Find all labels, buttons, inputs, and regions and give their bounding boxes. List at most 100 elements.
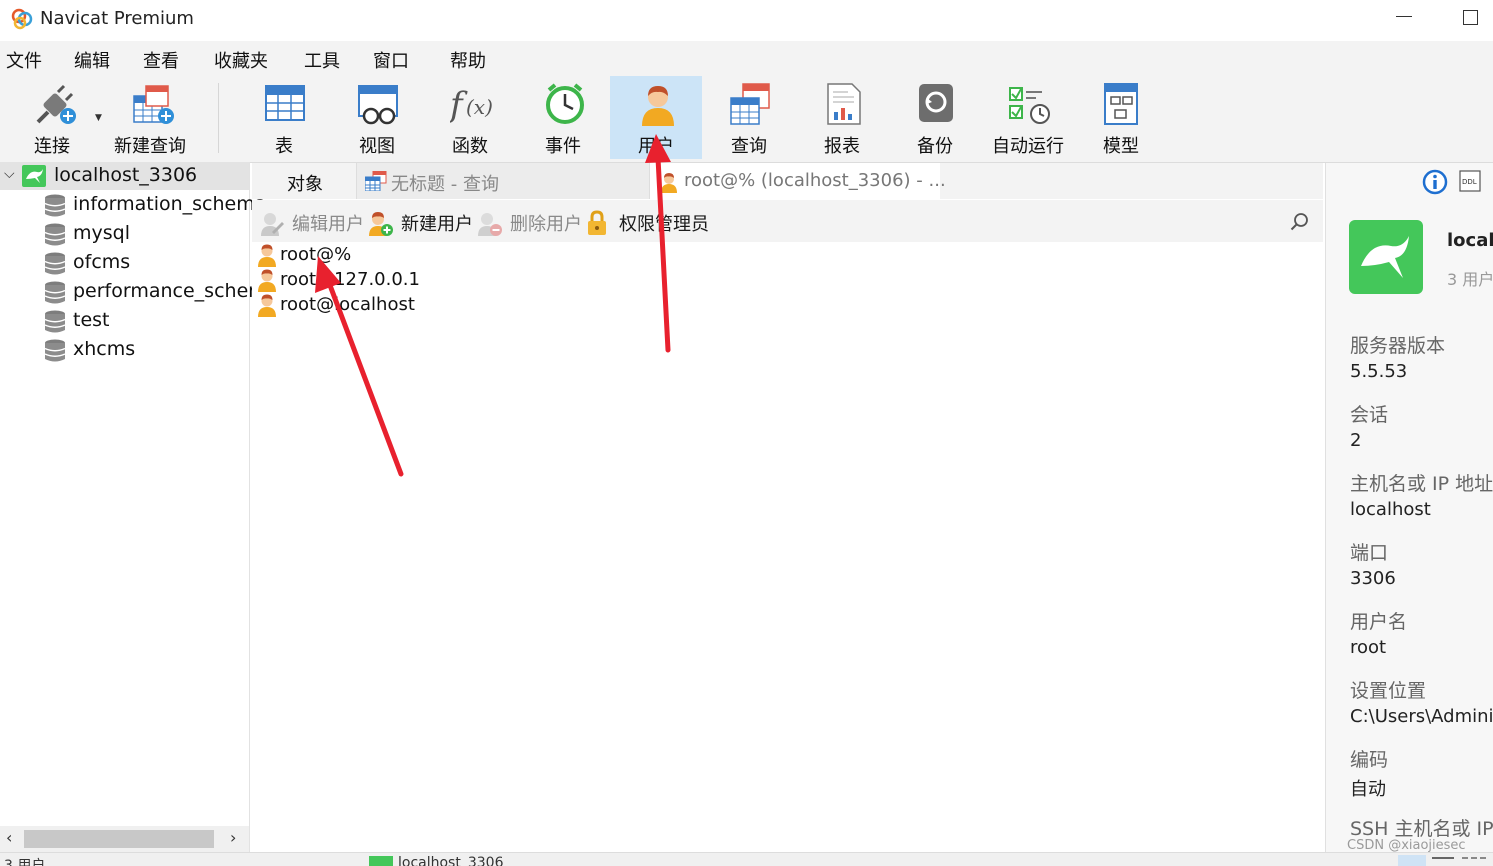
- maximize-button[interactable]: [1463, 10, 1478, 25]
- database-label: information_schema: [73, 193, 267, 215]
- new-user-label: 新建用户: [401, 214, 473, 235]
- table-icon: [265, 85, 305, 121]
- info-icon[interactable]: [1422, 169, 1448, 195]
- database-icon: [44, 281, 66, 304]
- svg-text:DDL: DDL: [1462, 178, 1477, 186]
- user-name: root@%: [280, 244, 352, 265]
- backup-label: 备份: [917, 136, 953, 157]
- event-label: 事件: [545, 136, 581, 157]
- database-icon: [44, 339, 66, 362]
- user-list: root@% root@127.0.0.1 root@localhost: [252, 242, 1323, 852]
- grid-view-icon[interactable]: [1398, 855, 1426, 866]
- menu-tools[interactable]: 工具: [304, 47, 340, 73]
- model-button[interactable]: 模型: [1075, 76, 1167, 159]
- autorun-icon: [1009, 87, 1050, 124]
- query-button[interactable]: 查询: [703, 76, 795, 159]
- view-button[interactable]: 视图: [331, 76, 423, 159]
- minimize-button[interactable]: [1396, 16, 1412, 17]
- tree-item-database[interactable]: ofcms: [0, 249, 249, 277]
- tree-item-database[interactable]: test: [0, 307, 249, 335]
- user-name: root@127.0.0.1: [280, 269, 420, 290]
- tree-item-database[interactable]: performance_schema: [0, 278, 278, 306]
- connect-dropdown-icon[interactable]: ▼: [95, 113, 102, 123]
- new-query-button[interactable]: 新建查询: [104, 76, 196, 159]
- autorun-label: 自动运行: [992, 136, 1064, 157]
- menu-file[interactable]: 文件: [6, 47, 42, 73]
- user-icon: [642, 86, 674, 126]
- view-icon: [358, 85, 398, 125]
- menu-favorites[interactable]: 收藏夹: [214, 47, 268, 73]
- status-connection: localhost_3306: [398, 855, 504, 866]
- search-icon[interactable]: [1290, 212, 1310, 232]
- list-item[interactable]: root@%: [256, 243, 656, 268]
- menu-window[interactable]: 窗口: [373, 47, 409, 73]
- object-toolbar: 编辑用户 新建用户 删除用户 权限管理员: [252, 200, 1323, 242]
- user-label: 用户: [638, 136, 674, 157]
- table-label: 表: [275, 136, 293, 157]
- new-user-icon: [369, 212, 393, 236]
- main-toolbar: 连接 ▼ 新建查询 表 视图 f (x) 函数 事件 用户 查询 报表 备份 自…: [0, 75, 1493, 163]
- menu-help[interactable]: 帮助: [450, 47, 486, 73]
- info-label: 编码: [1350, 749, 1389, 771]
- tab-query[interactable]: 无标题 - 查询: [356, 163, 650, 199]
- report-icon: [827, 83, 861, 125]
- edit-user-icon: [261, 213, 284, 236]
- menu-edit[interactable]: 编辑: [74, 47, 110, 73]
- database-label: performance_schema: [73, 280, 279, 302]
- database-label: mysql: [73, 222, 130, 244]
- delete-user-icon: [478, 213, 502, 236]
- list-item[interactable]: root@127.0.0.1: [256, 268, 656, 293]
- tree-horizontal-scrollbar[interactable]: ‹ ›: [0, 826, 249, 852]
- plug-icon: [36, 84, 76, 124]
- tab-user-label: root@% (localhost_3306) - ...: [684, 170, 946, 191]
- event-button[interactable]: 事件: [517, 76, 609, 159]
- status-user-count: 3 用户: [4, 858, 46, 866]
- scrollbar-thumb[interactable]: [24, 830, 214, 848]
- info-label: 用户名: [1350, 611, 1408, 633]
- tree-item-database[interactable]: information_schema: [0, 191, 266, 219]
- function-button[interactable]: f (x) 函数: [424, 76, 516, 159]
- table-button[interactable]: 表: [238, 76, 330, 159]
- database-icon: [44, 310, 66, 333]
- edit-user-button[interactable]: 编辑用户: [258, 209, 368, 236]
- report-button[interactable]: 报表: [796, 76, 888, 159]
- database-label: xhcms: [73, 338, 136, 360]
- watermark: CSDN @xiaojiesec: [1347, 838, 1466, 853]
- backup-button[interactable]: 备份: [889, 76, 981, 159]
- list-item[interactable]: root@localhost: [256, 293, 656, 318]
- edit-user-label: 编辑用户: [292, 214, 364, 235]
- privilege-manager-label: 权限管理员: [619, 214, 709, 235]
- backup-icon: [919, 84, 953, 122]
- delete-user-button[interactable]: 删除用户: [476, 209, 586, 236]
- scroll-left-icon[interactable]: ‹: [6, 828, 12, 847]
- autorun-button[interactable]: 自动运行: [982, 76, 1074, 159]
- model-label: 模型: [1103, 136, 1139, 157]
- menu-bar: 文件 编辑 查看 收藏夹 工具 窗口 帮助: [0, 41, 1493, 75]
- chevron-down-icon[interactable]: ⌵: [4, 166, 15, 182]
- scroll-right-icon[interactable]: ›: [230, 828, 236, 847]
- menu-view[interactable]: 查看: [143, 47, 179, 73]
- user-button[interactable]: 用户: [610, 76, 702, 159]
- report-label: 报表: [824, 136, 860, 157]
- tree-item-database[interactable]: xhcms: [0, 336, 249, 364]
- connect-button[interactable]: 连接: [6, 76, 98, 159]
- user-name: root@localhost: [280, 294, 415, 315]
- tab-query-label: 无标题 - 查询: [391, 174, 499, 195]
- info-label: 会话: [1350, 404, 1389, 426]
- user-icon: [258, 269, 276, 292]
- new-user-button[interactable]: 新建用户: [367, 209, 477, 236]
- info-panel: DDL local 3 用户 服务器版本 5.5.53 会话 2 主机名或 IP…: [1325, 163, 1493, 865]
- user-icon: [258, 294, 276, 317]
- tree-item-connection[interactable]: ⌵ localhost_3306: [0, 162, 249, 190]
- tab-bar: 对象 无标题 - 查询 root@% (localhost_3306) - ..…: [252, 163, 1323, 199]
- tree-item-database[interactable]: mysql: [0, 220, 249, 248]
- database-icon: [44, 223, 66, 246]
- privilege-manager-button[interactable]: 权限管理员: [585, 209, 715, 235]
- tab-user[interactable]: root@% (localhost_3306) - ...: [649, 163, 946, 199]
- tab-objects[interactable]: 对象: [252, 163, 356, 199]
- svg-text:(x): (x): [466, 95, 493, 119]
- user-tab-icon: [661, 173, 677, 193]
- info-value: 5.5.53: [1350, 361, 1408, 382]
- ddl-icon[interactable]: DDL: [1459, 170, 1481, 192]
- model-icon: [1104, 83, 1138, 125]
